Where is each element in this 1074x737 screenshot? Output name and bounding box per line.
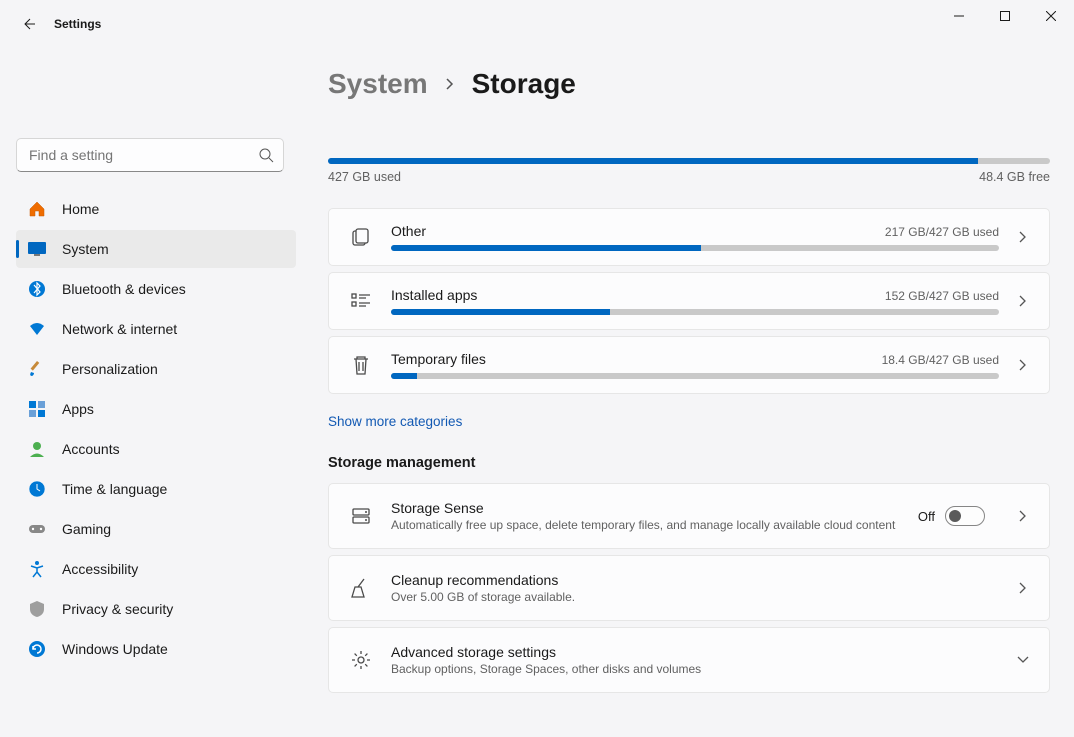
clock-globe-icon bbox=[28, 480, 46, 498]
chevron-down-icon bbox=[1017, 654, 1029, 666]
gamepad-icon bbox=[28, 520, 46, 538]
shield-icon bbox=[28, 600, 46, 618]
category-installed-apps[interactable]: Installed apps 152 GB/427 GB used bbox=[329, 273, 1049, 329]
sidebar-item-windows-update[interactable]: Windows Update bbox=[16, 630, 296, 668]
category-bar bbox=[391, 309, 999, 315]
maximize-button[interactable] bbox=[982, 0, 1028, 32]
sidebar-item-apps[interactable]: Apps bbox=[16, 390, 296, 428]
sidebar-item-label: Gaming bbox=[62, 521, 111, 537]
row-title: Advanced storage settings bbox=[391, 644, 999, 660]
row-title: Storage Sense bbox=[391, 500, 900, 516]
sidebar-item-home[interactable]: Home bbox=[16, 190, 296, 228]
row-subtitle: Automatically free up space, delete temp… bbox=[391, 518, 900, 532]
window-title: Settings bbox=[54, 17, 101, 31]
sidebar-item-network[interactable]: Network & internet bbox=[16, 310, 296, 348]
toggle-state-label: Off bbox=[918, 509, 935, 524]
sidebar-item-label: Apps bbox=[62, 401, 94, 417]
minimize-button[interactable] bbox=[936, 0, 982, 32]
folder-icon bbox=[349, 225, 373, 249]
chevron-right-icon bbox=[1017, 510, 1029, 522]
minimize-icon bbox=[954, 11, 964, 21]
trash-icon bbox=[349, 353, 373, 377]
sidebar-item-system[interactable]: System bbox=[16, 230, 296, 268]
storage-used-label: 427 GB used bbox=[328, 170, 401, 184]
apps-icon bbox=[28, 400, 46, 418]
category-usage: 152 GB/427 GB used bbox=[885, 289, 999, 303]
storage-management-heading: Storage management bbox=[328, 455, 1050, 471]
chevron-right-icon bbox=[1017, 231, 1029, 243]
sidebar-item-label: Home bbox=[62, 201, 99, 217]
drive-icon bbox=[349, 504, 373, 528]
sidebar-item-accounts[interactable]: Accounts bbox=[16, 430, 296, 468]
breadcrumb-current: Storage bbox=[472, 68, 576, 100]
chevron-right-icon bbox=[1017, 295, 1029, 307]
cleanup-recommendations-row[interactable]: Cleanup recommendations Over 5.00 GB of … bbox=[329, 556, 1049, 620]
category-bar bbox=[391, 245, 999, 251]
sidebar-item-label: Personalization bbox=[62, 361, 158, 377]
category-bar bbox=[391, 373, 999, 379]
category-temporary-files[interactable]: Temporary files 18.4 GB/427 GB used bbox=[329, 337, 1049, 393]
storage-overall-bar bbox=[328, 158, 1050, 164]
wifi-icon bbox=[28, 320, 46, 338]
sidebar-item-label: Accounts bbox=[62, 441, 120, 457]
sidebar-item-time-language[interactable]: Time & language bbox=[16, 470, 296, 508]
accessibility-icon bbox=[28, 560, 46, 578]
chevron-right-icon bbox=[444, 78, 456, 90]
gear-icon bbox=[349, 648, 373, 672]
chevron-right-icon bbox=[1017, 359, 1029, 371]
sidebar-item-privacy[interactable]: Privacy & security bbox=[16, 590, 296, 628]
category-usage: 18.4 GB/427 GB used bbox=[882, 353, 999, 367]
home-icon bbox=[28, 200, 46, 218]
category-title: Installed apps bbox=[391, 287, 477, 303]
breadcrumb: System Storage bbox=[328, 68, 1050, 100]
storage-sense-toggle[interactable] bbox=[945, 506, 985, 526]
broom-icon bbox=[349, 576, 373, 600]
search-container bbox=[16, 138, 284, 172]
arrow-left-icon bbox=[20, 16, 36, 32]
apps-list-icon bbox=[349, 289, 373, 313]
row-title: Cleanup recommendations bbox=[391, 572, 999, 588]
storage-free-label: 48.4 GB free bbox=[979, 170, 1050, 184]
sidebar-item-personalization[interactable]: Personalization bbox=[16, 350, 296, 388]
chevron-right-icon bbox=[1017, 582, 1029, 594]
breadcrumb-parent[interactable]: System bbox=[328, 68, 428, 100]
category-title: Other bbox=[391, 223, 426, 239]
close-icon bbox=[1046, 11, 1056, 21]
person-icon bbox=[28, 440, 46, 458]
sidebar-item-label: Time & language bbox=[62, 481, 167, 497]
row-subtitle: Backup options, Storage Spaces, other di… bbox=[391, 662, 999, 676]
search-input[interactable] bbox=[16, 138, 284, 172]
category-usage: 217 GB/427 GB used bbox=[885, 225, 999, 239]
maximize-icon bbox=[1000, 11, 1010, 21]
sidebar-item-label: Windows Update bbox=[62, 641, 168, 657]
sidebar-item-label: Network & internet bbox=[62, 321, 177, 337]
update-icon bbox=[28, 640, 46, 658]
bluetooth-icon bbox=[28, 280, 46, 298]
sidebar-item-label: System bbox=[62, 241, 109, 257]
sidebar-item-label: Privacy & security bbox=[62, 601, 173, 617]
close-button[interactable] bbox=[1028, 0, 1074, 32]
row-subtitle: Over 5.00 GB of storage available. bbox=[391, 590, 999, 604]
back-button[interactable] bbox=[8, 4, 48, 44]
storage-sense-row[interactable]: Storage Sense Automatically free up spac… bbox=[329, 484, 1049, 548]
category-title: Temporary files bbox=[391, 351, 486, 367]
sidebar-item-bluetooth[interactable]: Bluetooth & devices bbox=[16, 270, 296, 308]
system-icon bbox=[28, 240, 46, 258]
paintbrush-icon bbox=[28, 360, 46, 378]
sidebar-item-label: Bluetooth & devices bbox=[62, 281, 186, 297]
storage-overall-fill bbox=[328, 158, 978, 164]
show-more-categories-link[interactable]: Show more categories bbox=[328, 414, 462, 429]
sidebar-item-gaming[interactable]: Gaming bbox=[16, 510, 296, 548]
sidebar-item-accessibility[interactable]: Accessibility bbox=[16, 550, 296, 588]
category-other[interactable]: Other 217 GB/427 GB used bbox=[329, 209, 1049, 265]
advanced-storage-row[interactable]: Advanced storage settings Backup options… bbox=[329, 628, 1049, 692]
sidebar-item-label: Accessibility bbox=[62, 561, 138, 577]
